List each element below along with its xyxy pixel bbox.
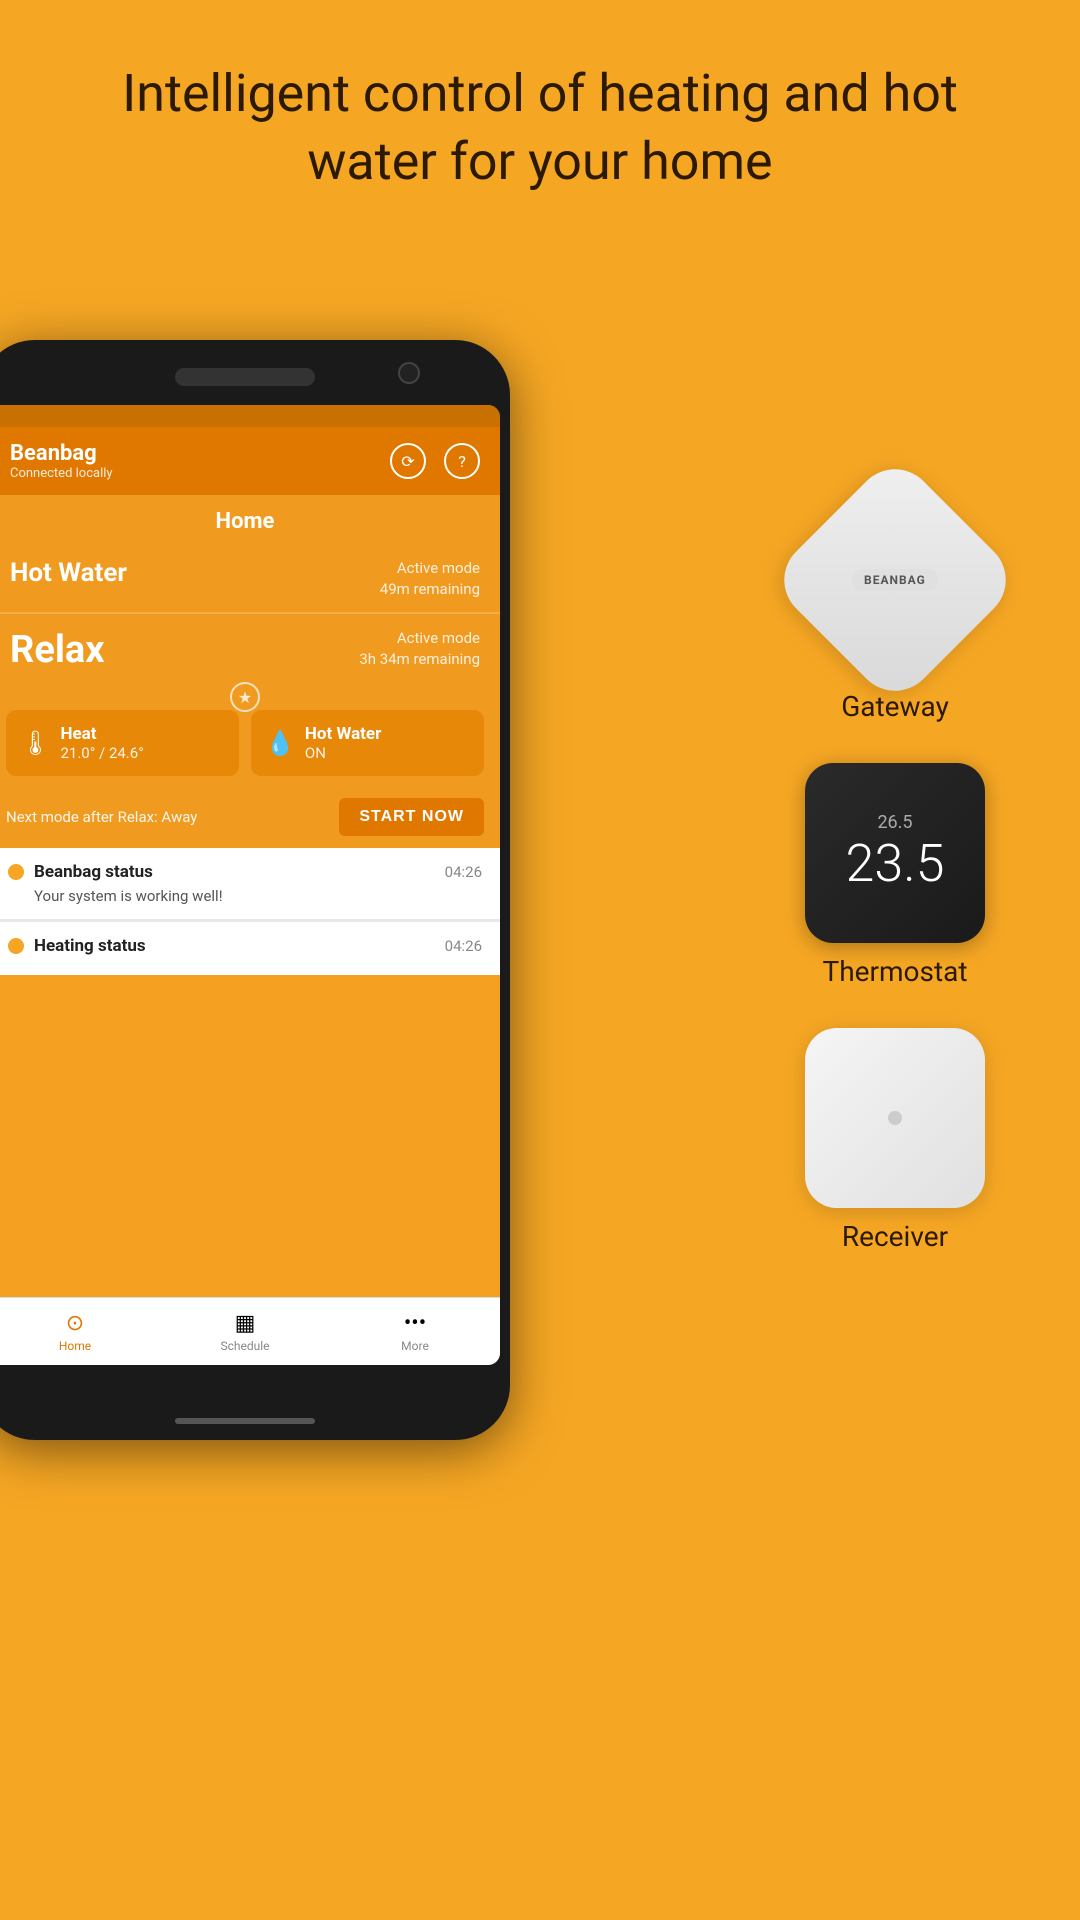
status-card-header-1: Beanbag status 04:26 — [8, 862, 482, 882]
orange-dot-1 — [8, 864, 24, 880]
gateway-device: BEANBAG Gateway — [750, 490, 1040, 723]
beanbag-status-time: 04:26 — [445, 863, 482, 881]
relax-label: Relax — [10, 628, 105, 672]
hot-water-label: Hot Water — [10, 558, 127, 588]
relax-row: Relax Active mode 3h 34m remaining — [0, 620, 500, 680]
phone-screen: Beanbag Connected locally ⟳ ? Home Hot W… — [0, 405, 500, 1365]
home-refresh-icon[interactable]: ⟳ — [390, 443, 426, 479]
hot-water-card-text: Hot Water ON — [305, 724, 381, 762]
bottom-nav: ⊙ Home ▦ Schedule ••• More — [0, 1297, 500, 1365]
hot-water-card-value: ON — [305, 744, 381, 762]
help-icon[interactable]: ? — [444, 443, 480, 479]
home-nav-icon: ⊙ — [66, 1311, 84, 1336]
hot-water-row: Hot Water Active mode 49m remaining — [0, 548, 500, 606]
status-card-title-row-1: Beanbag status — [8, 862, 153, 882]
heating-status-title: Heating status — [34, 936, 146, 956]
receiver-dot — [888, 1111, 902, 1125]
section-title: Home — [0, 495, 500, 548]
nav-item-more[interactable]: ••• More — [330, 1298, 500, 1365]
orange-dot-2 — [8, 938, 24, 954]
hot-water-card[interactable]: 💧 Hot Water ON — [251, 710, 484, 776]
app-toolbar: Beanbag Connected locally ⟳ ? — [0, 427, 500, 495]
thermometer-icon: 🌡 — [20, 729, 50, 757]
hot-water-card-title: Hot Water — [305, 724, 381, 744]
status-card-header-2: Heating status 04:26 — [8, 936, 482, 956]
gateway-label-inner: BEANBAG — [852, 569, 938, 591]
phone-speaker — [175, 368, 315, 386]
schedule-nav-icon: ▦ — [235, 1311, 256, 1336]
gateway-label: Gateway — [841, 690, 949, 723]
toolbar-icons: ⟳ ? — [390, 443, 480, 479]
more-nav-icon: ••• — [404, 1311, 426, 1336]
beanbag-status-title: Beanbag status — [34, 862, 153, 882]
page-headline: Intelligent control of heating and hot w… — [0, 0, 1080, 225]
brand-name: Beanbag — [10, 441, 113, 466]
schedule-nav-label: Schedule — [220, 1339, 269, 1353]
status-card-title-row-2: Heating status — [8, 936, 146, 956]
heat-card-text: Heat 21.0° / 24.6° — [60, 724, 143, 762]
heat-card[interactable]: 🌡 Heat 21.0° / 24.6° — [6, 710, 239, 776]
receiver-label: Receiver — [842, 1220, 948, 1253]
divider-1 — [0, 612, 500, 614]
brand-status: Connected locally — [10, 466, 113, 481]
heat-card-value: 21.0° / 24.6° — [60, 744, 143, 762]
hot-water-info: Active mode 49m remaining — [380, 558, 480, 600]
thermostat-temp-large: 23.5 — [846, 833, 945, 894]
home-nav-label: Home — [59, 1339, 91, 1353]
thermostat-label: Thermostat — [823, 955, 968, 988]
cards-row: 🌡 Heat 21.0° / 24.6° 💧 Hot Water ON — [6, 710, 484, 776]
action-bar: Next mode after Relax: Away START NOW — [0, 786, 500, 848]
beanbag-status-card: Beanbag status 04:26 Your system is work… — [0, 848, 500, 919]
phone-camera — [398, 362, 420, 384]
app-status-bar — [0, 405, 500, 427]
heating-status-time: 04:26 — [445, 937, 482, 955]
star-badge: ★ — [230, 682, 260, 712]
app-main: Home Hot Water Active mode 49m remaining… — [0, 495, 500, 975]
next-mode-text: Next mode after Relax: Away — [6, 808, 197, 826]
status-cards-area: Beanbag status 04:26 Your system is work… — [0, 848, 500, 975]
nav-item-home[interactable]: ⊙ Home — [0, 1298, 160, 1365]
cards-area: ★ 🌡 Heat 21.0° / 24.6° 💧 — [0, 680, 500, 786]
start-now-button[interactable]: START NOW — [339, 798, 484, 836]
receiver-device: Receiver — [750, 1028, 1040, 1253]
nav-item-schedule[interactable]: ▦ Schedule — [160, 1298, 330, 1365]
droplet-icon: 💧 — [265, 729, 295, 757]
thermostat-shape: 26.5 23.5 — [805, 763, 985, 943]
thermostat-temp-small: 26.5 — [877, 812, 912, 833]
heat-card-title: Heat — [60, 724, 143, 744]
receiver-shape — [805, 1028, 985, 1208]
more-nav-label: More — [401, 1339, 429, 1353]
devices-column: BEANBAG Gateway 26.5 23.5 Thermostat Rec… — [750, 490, 1040, 1283]
beanbag-status-body: Your system is working well! — [8, 887, 482, 905]
gateway-shape: BEANBAG — [768, 453, 1023, 708]
phone-mockup: Beanbag Connected locally ⟳ ? Home Hot W… — [0, 340, 540, 1890]
heating-status-card: Heating status 04:26 — [0, 922, 500, 975]
phone-home-bar — [175, 1418, 315, 1424]
app-brand: Beanbag Connected locally — [10, 441, 113, 481]
thermostat-device: 26.5 23.5 Thermostat — [750, 763, 1040, 988]
relax-info: Active mode 3h 34m remaining — [359, 628, 480, 670]
